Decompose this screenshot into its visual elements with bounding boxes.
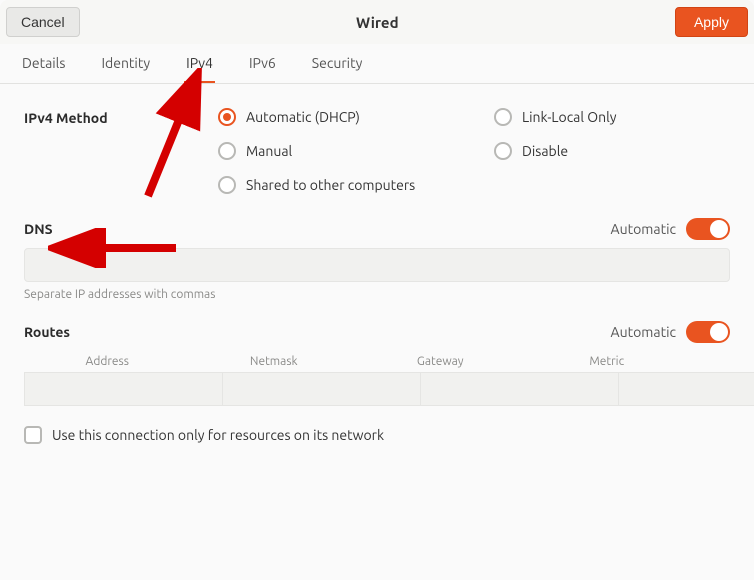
ipv4-method-options: Automatic (DHCP) Link-Local Only Manual … — [218, 108, 730, 194]
tabs: Details Identity IPv4 IPv6 Security — [0, 44, 754, 84]
routes-automatic-toggle-wrap: Automatic — [611, 321, 730, 343]
routes-table-headers: Address Netmask Gateway Metric — [24, 351, 730, 372]
radio-manual[interactable]: Manual — [218, 142, 454, 160]
dns-automatic-toggle-wrap: Automatic — [611, 218, 730, 240]
apply-button[interactable]: Apply — [675, 7, 748, 37]
dns-hint: Separate IP addresses with commas — [24, 288, 730, 301]
tab-ipv4[interactable]: IPv4 — [184, 45, 215, 83]
routes-col-gateway: Gateway — [357, 355, 524, 368]
window-title: Wired — [356, 14, 399, 31]
radio-disable[interactable]: Disable — [494, 142, 730, 160]
radio-label: Disable — [522, 143, 568, 159]
dns-title: DNS — [24, 221, 53, 237]
route-netmask-input[interactable] — [223, 372, 421, 406]
route-address-input[interactable] — [24, 372, 223, 406]
radio-link-local-only[interactable]: Link-Local Only — [494, 108, 730, 126]
dns-servers-input[interactable] — [24, 248, 730, 282]
titlebar: Cancel Wired Apply — [0, 0, 754, 44]
routes-table: Address Netmask Gateway Metric — [24, 351, 730, 406]
tab-details[interactable]: Details — [20, 45, 67, 83]
radio-indicator — [494, 142, 512, 160]
ipv4-panel: IPv4 Method Automatic (DHCP) Link-Local … — [0, 84, 754, 454]
radio-label: Link-Local Only — [522, 109, 617, 125]
dns-automatic-switch[interactable] — [686, 218, 730, 240]
radio-indicator — [218, 142, 236, 160]
routes-automatic-label: Automatic — [611, 324, 676, 340]
radio-indicator — [494, 108, 512, 126]
cancel-button[interactable]: Cancel — [6, 7, 80, 37]
ipv4-method-label: IPv4 Method — [24, 108, 194, 194]
routes-col-metric: Metric — [524, 355, 691, 368]
own-resources-label: Use this connection only for resources o… — [52, 427, 384, 443]
dns-section-header: DNS Automatic — [24, 218, 730, 240]
routes-automatic-switch[interactable] — [686, 321, 730, 343]
tab-security[interactable]: Security — [310, 45, 365, 83]
network-settings-window: Cancel Wired Apply Details Identity IPv4… — [0, 0, 754, 580]
radio-label: Shared to other computers — [246, 177, 415, 193]
routes-col-address: Address — [24, 355, 191, 368]
tab-ipv6[interactable]: IPv6 — [247, 45, 278, 83]
radio-label: Automatic (DHCP) — [246, 109, 360, 125]
ipv4-method-row: IPv4 Method Automatic (DHCP) Link-Local … — [24, 108, 730, 194]
route-metric-input[interactable] — [619, 372, 754, 406]
routes-own-resources-row[interactable]: Use this connection only for resources o… — [24, 426, 730, 444]
own-resources-checkbox[interactable] — [24, 426, 42, 444]
routes-section: Routes Automatic Address Netmask Gateway… — [24, 321, 730, 444]
routes-col-netmask: Netmask — [191, 355, 358, 368]
routes-title: Routes — [24, 324, 70, 340]
dns-automatic-label: Automatic — [611, 221, 676, 237]
radio-indicator — [218, 108, 236, 126]
routes-section-header: Routes Automatic — [24, 321, 730, 343]
routes-col-delete — [690, 355, 730, 368]
table-row — [24, 372, 730, 406]
radio-label: Manual — [246, 143, 292, 159]
radio-shared[interactable]: Shared to other computers — [218, 176, 730, 194]
route-gateway-input[interactable] — [421, 372, 619, 406]
tab-identity[interactable]: Identity — [99, 45, 152, 83]
radio-automatic-dhcp[interactable]: Automatic (DHCP) — [218, 108, 454, 126]
radio-indicator — [218, 176, 236, 194]
